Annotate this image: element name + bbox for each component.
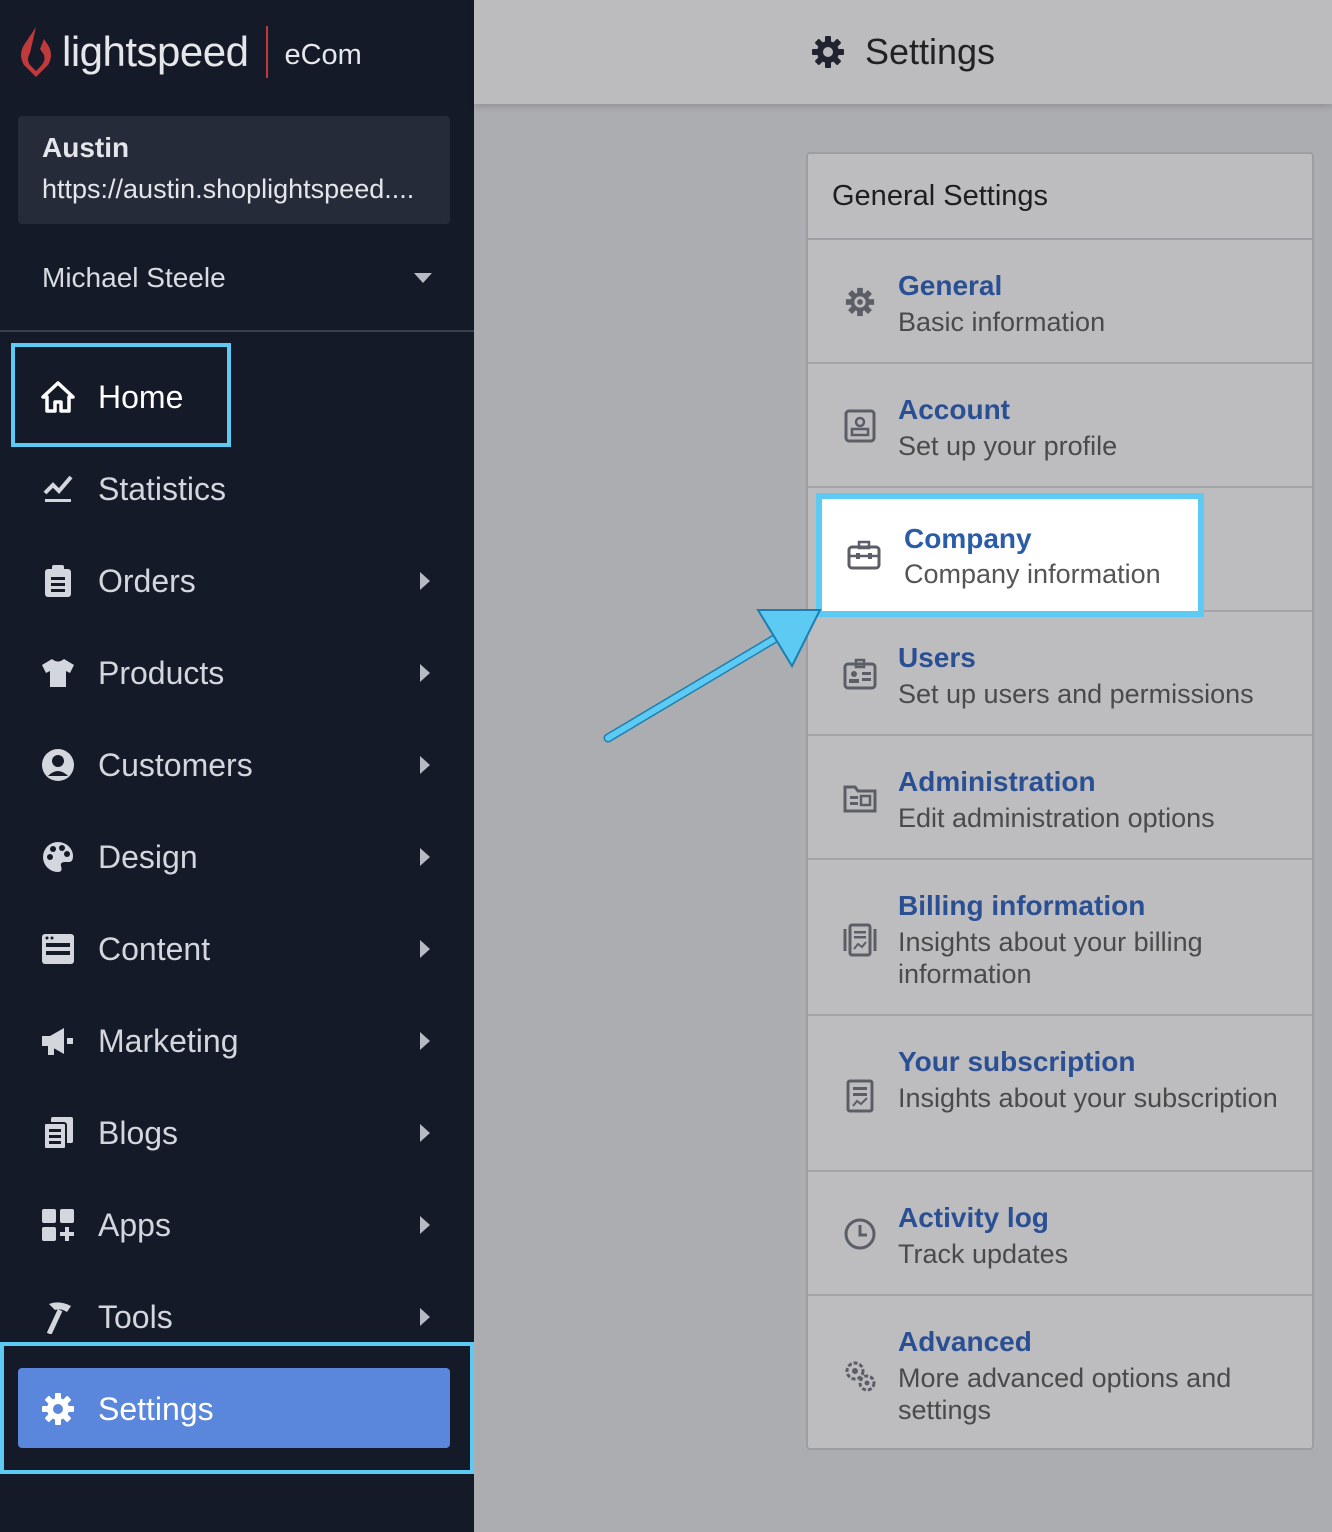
sidebar-item-customers[interactable]: Customers: [40, 737, 440, 793]
settings-item-title: Account: [898, 394, 1010, 425]
settings-item-desc: Insights about your billing information: [898, 927, 1203, 989]
store-url: https://austin.shoplightspeed....: [42, 174, 415, 204]
sidebar-item-label: Settings: [98, 1390, 214, 1427]
sidebar-item-products[interactable]: Products: [40, 645, 440, 701]
sidebar: lightspeed eCom Austin https://austin.sh…: [0, 0, 474, 1532]
page-title: Settings: [864, 31, 996, 72]
sidebar-item-orders[interactable]: Orders: [40, 553, 440, 609]
sidebar-item-content[interactable]: Content: [40, 921, 440, 977]
sidebar-item-tools[interactable]: Tools: [40, 1289, 440, 1345]
settings-item-billing[interactable]: Billing information Insights about your …: [808, 860, 1312, 1016]
settings-item-company[interactable]: Company Company information: [816, 493, 1204, 617]
chart-line-icon: [40, 471, 76, 507]
settings-item-advanced[interactable]: Advanced More advanced options and setti…: [808, 1296, 1312, 1448]
brand-wordmark: lightspeed: [62, 28, 249, 75]
store-switcher[interactable]: Austin https://austin.shoplightspeed....: [18, 116, 450, 224]
sidebar-item-apps[interactable]: Apps: [40, 1197, 440, 1253]
flame-icon: [21, 27, 51, 77]
clock-icon: [840, 1214, 880, 1254]
chevron-right-icon: [420, 1124, 430, 1142]
settings-item-general[interactable]: General Basic information: [808, 240, 1312, 364]
settings-item-title: Your subscription: [898, 1046, 1136, 1077]
settings-item-desc: Basic information: [898, 307, 1106, 337]
settings-item-title: Users: [898, 642, 976, 673]
users-icon: [840, 654, 880, 694]
tshirt-icon: [40, 655, 76, 691]
gear-icon: [840, 282, 880, 322]
sidebar-item-label: Home: [98, 378, 184, 415]
settings-item-desc: More advanced options and settings: [898, 1363, 1232, 1425]
sidebar-item-label: Tools: [98, 1298, 173, 1335]
chevron-right-icon: [420, 848, 430, 866]
sidebar-item-blogs[interactable]: Blogs: [40, 1105, 440, 1161]
sidebar-item-marketing[interactable]: Marketing: [40, 1013, 440, 1069]
sidebar-item-home[interactable]: Home: [40, 369, 440, 425]
settings-item-desc: Set up users and permissions: [898, 679, 1254, 709]
general-settings-panel: General Settings General Basic informati…: [806, 152, 1314, 1450]
user-name: Michael Steele: [42, 262, 226, 293]
sidebar-item-label: Marketing: [98, 1022, 239, 1059]
settings-item-desc: Edit administration options: [898, 803, 1215, 833]
settings-item-title: General: [898, 270, 1003, 301]
sidebar-item-label: Content: [98, 930, 211, 967]
sidebar-item-label: Customers: [98, 746, 253, 783]
sidebar-item-label: Apps: [98, 1206, 171, 1243]
settings-item-account[interactable]: Account Set up your profile: [808, 364, 1312, 488]
apps-grid-icon: [40, 1207, 76, 1243]
clipboard-icon: [40, 563, 76, 599]
megaphone-icon: [40, 1023, 76, 1059]
folder-icon: [840, 778, 880, 818]
settings-item-title: Company: [904, 523, 1032, 554]
hammer-icon: [40, 1299, 76, 1335]
panel-heading: General Settings: [808, 154, 1312, 240]
chevron-right-icon: [420, 940, 430, 958]
account-icon: [840, 406, 880, 446]
user-circle-icon: [40, 747, 76, 783]
sidebar-item-label: Blogs: [98, 1114, 179, 1151]
chevron-right-icon: [420, 1032, 430, 1050]
sidebar-item-label: Design: [98, 838, 198, 875]
page-header: Settings: [474, 0, 1332, 104]
chevron-right-icon: [420, 1308, 430, 1326]
brand-logo[interactable]: lightspeed eCom: [18, 22, 362, 82]
chevron-right-icon: [420, 756, 430, 774]
sidebar-item-statistics[interactable]: Statistics: [40, 461, 440, 517]
brand-divider: [266, 26, 269, 78]
settings-item-title: Billing information: [898, 890, 1146, 921]
chevron-right-icon: [420, 572, 430, 590]
chevron-right-icon: [420, 664, 430, 682]
settings-item-users[interactable]: Users Set up users and permissions: [808, 612, 1312, 736]
sidebar-item-design[interactable]: Design: [40, 829, 440, 885]
gear-icon: [811, 36, 844, 68]
layout-icon: [40, 931, 76, 967]
settings-item-desc: Company information: [904, 559, 1161, 589]
home-icon: [40, 379, 76, 415]
briefcase-icon: [844, 535, 884, 575]
settings-item-subscription[interactable]: Your subscription Insights about your su…: [808, 1016, 1312, 1172]
settings-item-title: Activity log: [898, 1202, 1049, 1233]
brand-product: eCom: [284, 38, 362, 71]
chevron-right-icon: [420, 1216, 430, 1234]
settings-item-activity-log[interactable]: Activity log Track updates: [808, 1172, 1312, 1296]
sidebar-item-label: Products: [98, 654, 225, 691]
user-menu[interactable]: Michael Steele: [42, 258, 432, 298]
settings-item-desc: Track updates: [898, 1239, 1069, 1269]
chevron-down-icon: [414, 273, 432, 283]
gear-icon: [40, 1391, 76, 1427]
sidebar-item-settings[interactable]: Settings: [40, 1381, 440, 1437]
settings-item-desc: Set up your profile: [898, 431, 1118, 461]
billing-icon: [840, 920, 880, 960]
sidebar-item-label: Orders: [98, 562, 196, 599]
store-name: Austin: [42, 132, 130, 163]
palette-icon: [40, 839, 76, 875]
settings-item-desc: Insights about your subscription: [898, 1083, 1278, 1113]
settings-item-title: Advanced: [898, 1326, 1032, 1357]
gears-icon: [840, 1356, 880, 1396]
documents-icon: [40, 1115, 76, 1151]
settings-item-administration[interactable]: Administration Edit administration optio…: [808, 736, 1312, 860]
sidebar-item-label: Statistics: [98, 470, 227, 507]
sidebar-divider: [0, 330, 474, 332]
subscription-icon: [840, 1076, 880, 1116]
settings-item-title: Administration: [898, 766, 1096, 797]
